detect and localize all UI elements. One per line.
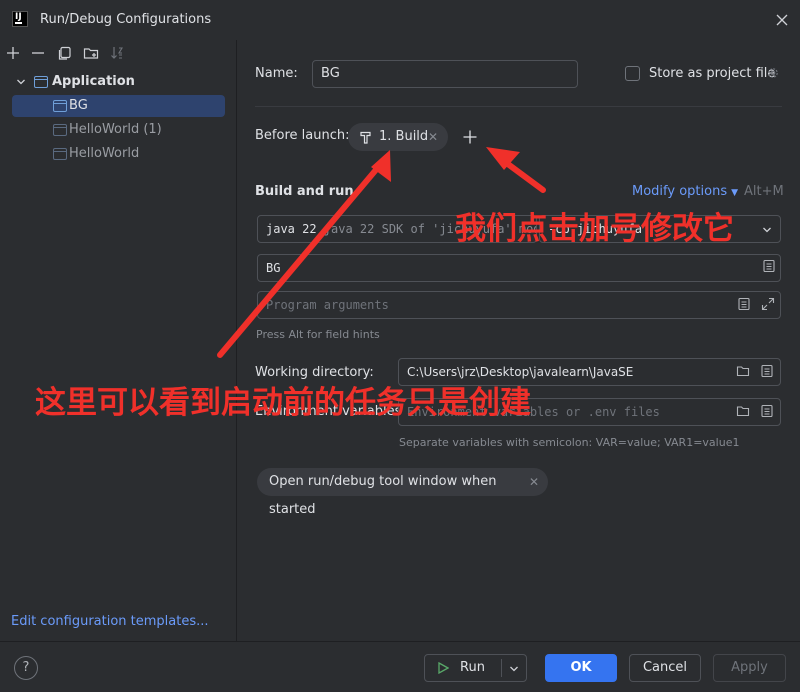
- apply-button[interactable]: Apply: [713, 654, 786, 682]
- document-icon[interactable]: [737, 297, 751, 311]
- program-arguments-input[interactable]: Program arguments: [257, 291, 781, 319]
- remove-task-icon[interactable]: ✕: [428, 123, 438, 151]
- section-divider: [255, 106, 782, 107]
- arrowhead-plus: [486, 147, 520, 170]
- copy-icon[interactable]: [57, 45, 73, 61]
- play-icon: [438, 662, 449, 674]
- store-as-project-file-label: Store as project file: [649, 66, 776, 81]
- hammer-icon: [360, 131, 371, 144]
- folder-icon[interactable]: [736, 404, 750, 418]
- name-input[interactable]: BG: [312, 60, 578, 88]
- run-button-label: Run: [460, 660, 485, 675]
- edit-configuration-templates-link[interactable]: Edit configuration templates...: [11, 614, 209, 629]
- field-hint: Press Alt for field hints: [256, 328, 380, 341]
- plus-annotation: 我们点击加号修改它: [455, 211, 734, 247]
- tree-item-label: HelloWorld (1): [69, 122, 162, 137]
- tree-item-bg[interactable]: BG: [12, 95, 225, 117]
- build-task-label: 1. Build: [379, 129, 429, 144]
- tree-item-helloworld-1[interactable]: HelloWorld (1): [12, 119, 225, 141]
- chevron-down-icon[interactable]: [16, 77, 26, 87]
- application-config-icon: [53, 100, 67, 112]
- tree-group-application[interactable]: Application: [12, 71, 225, 93]
- expand-icon[interactable]: [761, 297, 775, 311]
- arrow-to-plus: [494, 153, 546, 193]
- chevron-down-icon[interactable]: [762, 225, 772, 235]
- ok-button[interactable]: OK: [545, 654, 617, 682]
- build-task-chip[interactable]: 1. Build ✕: [348, 123, 448, 151]
- environment-variables-hint: Separate variables with semicolon: VAR=v…: [399, 436, 740, 449]
- document-icon[interactable]: [760, 404, 774, 418]
- application-config-icon: [34, 76, 48, 88]
- before-launch-annotation: 这里可以看到启动前的任务只是创建: [35, 385, 531, 421]
- tree-item-label: HelloWorld: [69, 146, 140, 161]
- run-button[interactable]: Run: [424, 654, 527, 682]
- add-icon[interactable]: [5, 45, 21, 61]
- remove-icon[interactable]: [30, 45, 46, 61]
- sort-icon[interactable]: [109, 45, 125, 61]
- close-icon[interactable]: [774, 12, 790, 28]
- document-icon[interactable]: [762, 259, 776, 273]
- open-tool-window-chip[interactable]: Open run/debug tool window when started …: [257, 468, 548, 517]
- arrowhead-build: [371, 150, 391, 182]
- main-class-input[interactable]: BG: [257, 254, 781, 282]
- before-launch-label: Before launch:: [255, 128, 350, 143]
- tree-item-helloworld[interactable]: HelloWorld: [12, 143, 225, 165]
- cancel-button[interactable]: Cancel: [629, 654, 701, 682]
- intellij-logo-icon: IJ: [12, 11, 28, 27]
- name-label: Name:: [255, 66, 298, 81]
- store-as-project-file-checkbox[interactable]: [625, 66, 640, 81]
- folder-icon[interactable]: [736, 364, 750, 378]
- tree-group-label: Application: [52, 74, 135, 89]
- window-title: Run/Debug Configurations: [40, 12, 212, 27]
- split-divider: [501, 659, 502, 677]
- new-folder-icon[interactable]: [83, 45, 99, 61]
- modify-options-link[interactable]: Modify options ▼: [632, 184, 738, 199]
- add-before-launch-task-icon[interactable]: [462, 129, 478, 145]
- application-config-icon: [53, 148, 67, 160]
- open-tool-window-label: Open run/debug tool window when started: [269, 474, 497, 517]
- gear-icon[interactable]: [766, 66, 780, 80]
- application-config-icon: [53, 124, 67, 136]
- document-icon[interactable]: [760, 364, 774, 378]
- remove-option-icon[interactable]: ✕: [529, 468, 539, 496]
- build-and-run-title: Build and run: [255, 184, 354, 199]
- modify-options-shortcut: Alt+M: [744, 184, 784, 199]
- chevron-down-icon[interactable]: [509, 664, 519, 674]
- help-button[interactable]: ?: [14, 656, 38, 680]
- tree-item-label: BG: [69, 98, 88, 113]
